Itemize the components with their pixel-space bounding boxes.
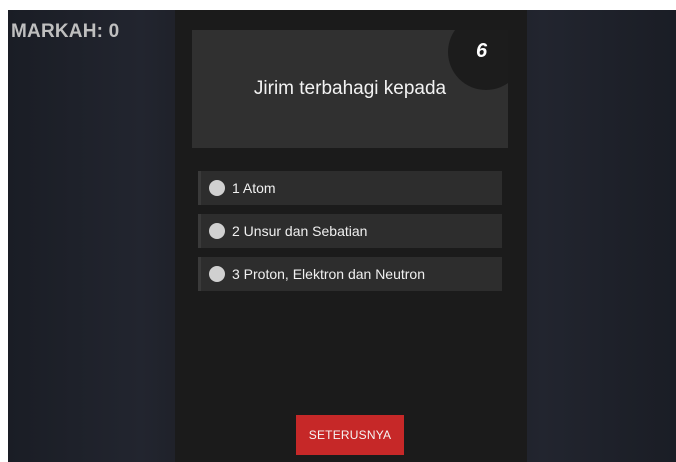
quiz-panel: 6 Jirim terbahagi kepada 1 Atom 2 Unsur …	[175, 10, 527, 462]
radio-button-icon[interactable]	[209, 266, 225, 282]
radio-button-icon[interactable]	[209, 223, 225, 239]
next-button[interactable]: SETERUSNYA	[296, 415, 404, 455]
answer-option-2[interactable]: 2 Unsur dan Sebatian	[198, 214, 502, 248]
question-card: 6 Jirim terbahagi kepada	[192, 30, 508, 148]
answer-option-label: 1 Atom	[232, 180, 276, 196]
score-label: MARKAH: 0	[11, 21, 120, 42]
answer-option-label: 3 Proton, Elektron dan Neutron	[232, 266, 426, 282]
quiz-screen: MARKAH: 0 6 Jirim terbahagi kepada 1 Ato…	[8, 10, 676, 462]
question-number: 6	[476, 40, 488, 62]
question-text: Jirim terbahagi kepada	[253, 78, 447, 99]
answer-option-1[interactable]: 1 Atom	[198, 171, 502, 205]
answer-option-label: 2 Unsur dan Sebatian	[232, 223, 368, 239]
radio-button-icon[interactable]	[209, 180, 225, 196]
answer-option-3[interactable]: 3 Proton, Elektron dan Neutron	[198, 257, 502, 291]
